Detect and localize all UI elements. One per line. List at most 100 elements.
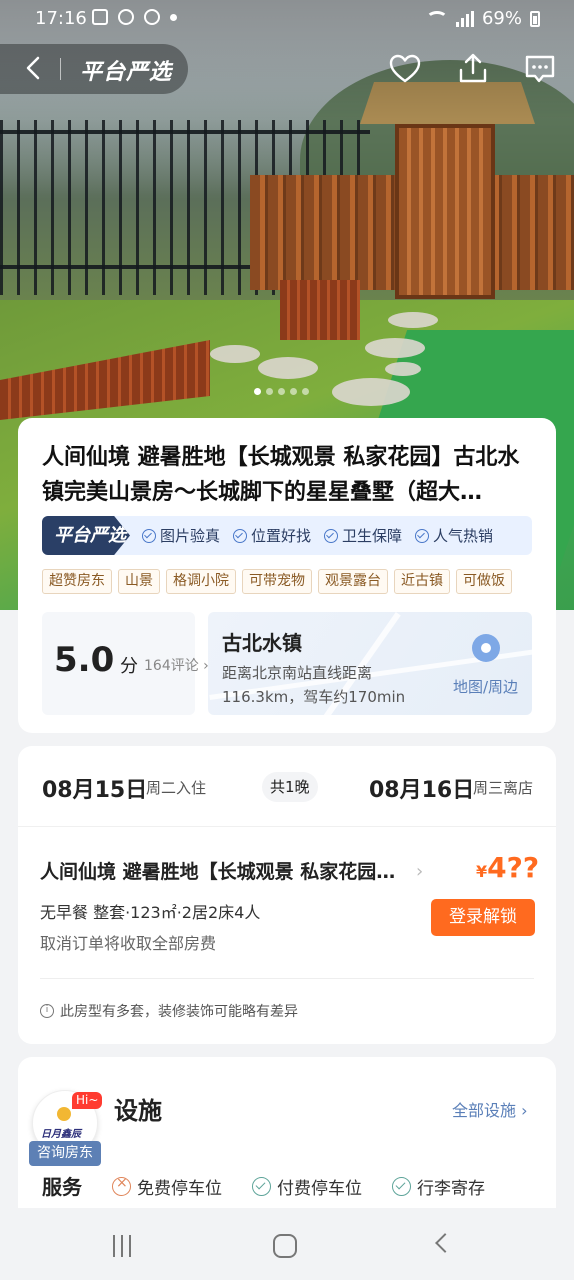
dots-icon <box>118 9 134 25</box>
checkout-date: 08月16日 <box>369 778 475 803</box>
nav-divider <box>60 58 61 80</box>
feature-tag: 山景 <box>118 569 160 594</box>
recent-apps-icon[interactable] <box>113 1235 137 1257</box>
feature-tags: 超赞房东 山景 格调小院 可带宠物 观景露台 近古镇 可做饭 <box>42 569 512 594</box>
review-score-box[interactable]: 5.0 分 164评论 › <box>42 612 209 715</box>
feature-tag: 可做饭 <box>456 569 512 594</box>
room-option[interactable]: 人间仙境 避暑胜地【长城观景 私家花园… › ¥4?? 无早餐 整套·123㎡·… <box>18 826 556 1044</box>
nights-count: 共1晚 <box>262 772 318 802</box>
heart-icon <box>389 54 421 83</box>
feature-tag: 格调小院 <box>166 569 236 594</box>
room-price: ¥4?? <box>476 851 540 884</box>
feature-tag: 近古镇 <box>394 569 450 594</box>
checkin-label: 周二入住 <box>146 779 207 797</box>
status-time: 17:16 <box>35 8 87 29</box>
date-selector[interactable]: 08月15日 周二入住 共1晚 08月16日 周三离店 <box>18 746 556 826</box>
map-surroundings-link[interactable]: 地图/周边 <box>453 676 518 697</box>
assurance-item: 位置好找 <box>233 525 311 546</box>
message-button[interactable] <box>523 52 557 86</box>
battery-icon <box>530 10 540 27</box>
contact-host-button[interactable]: 咨询房东 <box>29 1141 101 1166</box>
share-button[interactable] <box>456 52 490 86</box>
room-title: 人间仙境 避暑胜地【长城观景 私家花园… <box>40 861 396 883</box>
listing-info-card: 人间仙境 避暑胜地【长城观景 私家花园】古北水镇完美山景房～长城脚下的星星叠墅（… <box>18 418 556 733</box>
assurance-item: 图片验真 <box>142 525 220 546</box>
checkout-label: 周三离店 <box>473 779 534 797</box>
photo-low-fence <box>280 280 360 340</box>
favorite-button[interactable] <box>388 52 422 86</box>
photo-stepping-stone <box>388 312 438 328</box>
photo-gate <box>395 124 495 299</box>
gallery-dot <box>302 388 309 395</box>
feature-tag: 可带宠物 <box>242 569 312 594</box>
wifi-icon <box>425 10 448 27</box>
booking-card: 08月15日 周二入住 共1晚 08月16日 周三离店 人间仙境 避暑胜地【长城… <box>18 746 556 1044</box>
listing-title: 人间仙境 避暑胜地【长城观景 私家花园】古北水镇完美山景房～长城脚下的星星叠墅（… <box>42 445 520 505</box>
chevron-right-icon: › <box>416 861 424 882</box>
share-icon <box>459 53 487 83</box>
photo-stepping-stone <box>385 362 421 376</box>
check-circle-icon <box>324 528 339 543</box>
distance-detail: 116.3km，驾车约170min <box>222 688 406 706</box>
check-circle-icon <box>233 528 248 543</box>
note-text: 此房型有多套，装修装饰可能略有差异 <box>60 1004 298 1020</box>
dot-icon <box>170 13 177 21</box>
service-item: 免费停车位 <box>112 1174 222 1199</box>
sync-icon <box>144 9 160 25</box>
assurance-bar[interactable]: 平台严选 图片验真 位置好找 卫生保障 人气热销 <box>42 516 532 555</box>
chat-icon <box>525 55 555 83</box>
cancel-policy: 取消订单将收取全部房费 <box>40 934 217 953</box>
hi-badge: Hi~ <box>72 1092 103 1109</box>
info-icon: i <box>40 1004 54 1018</box>
score-unit: 分 <box>120 656 138 677</box>
home-icon[interactable] <box>273 1234 297 1258</box>
facilities-title: 设施 <box>114 1097 162 1125</box>
signal-icon <box>455 10 474 27</box>
gallery-icon <box>92 9 108 25</box>
checkin-date: 08月15日 <box>42 778 148 803</box>
photo-stepping-stone <box>258 357 318 379</box>
top-nav-pill: 平台严选 <box>0 44 188 94</box>
divider <box>40 978 534 979</box>
status-right: 69% <box>425 8 540 29</box>
photo-stepping-stone <box>332 378 410 406</box>
moon-icon <box>57 1107 71 1121</box>
status-bar: 17:16 69% <box>0 0 574 38</box>
check-circle-icon <box>142 528 156 543</box>
check-circle-icon <box>415 528 430 543</box>
all-facilities-link[interactable]: 全部设施 › <box>452 1097 528 1121</box>
room-description: 无早餐 整套·123㎡·2居2床4人 <box>40 903 261 922</box>
back-icon[interactable] <box>22 56 46 80</box>
assurance-item: 人气热销 <box>415 525 493 546</box>
system-back-icon[interactable] <box>435 1233 455 1253</box>
login-unlock-button[interactable]: 登录解锁 <box>431 899 535 936</box>
brand-logo: 平台严选 <box>80 60 173 85</box>
gallery-dot <box>290 388 297 395</box>
gallery-dots <box>254 388 309 395</box>
feature-tag: 观景露台 <box>318 569 388 594</box>
host-logo: 日月鑫辰 <box>41 1129 81 1140</box>
room-note: i 此房型有多套，装修装饰可能略有差异 <box>40 1001 298 1021</box>
photo-stepping-stone <box>210 345 260 363</box>
service-item: 付费停车位 <box>252 1174 362 1199</box>
town-name: 古北水镇 <box>222 631 302 655</box>
service-item: 行李寄存 <box>392 1174 485 1199</box>
gallery-dot <box>254 388 261 395</box>
gallery-dot <box>266 388 273 395</box>
x-circle-icon <box>112 1175 131 1196</box>
location-map-box[interactable]: 古北水镇 距离北京南站直线距离 116.3km，驾车约170min 地图/周边 <box>208 612 532 715</box>
assurance-badge: 平台严选 <box>42 516 130 555</box>
notification-icons <box>92 9 177 25</box>
service-label: 服务 <box>42 1175 82 1199</box>
assurance-items: 图片验真 位置好找 卫生保障 人气热销 <box>142 516 493 555</box>
battery-percent: 69% <box>481 8 522 29</box>
check-circle-icon <box>392 1177 411 1196</box>
distance-text: 距离北京南站直线距离 <box>222 664 373 682</box>
map-pin-icon <box>472 634 500 662</box>
check-circle-icon <box>252 1177 271 1196</box>
gallery-dot <box>278 388 285 395</box>
review-score: 5.0 <box>54 640 115 680</box>
review-count: 164评论 › <box>144 658 209 674</box>
assurance-item: 卫生保障 <box>324 525 402 546</box>
system-nav-bar <box>0 1208 574 1280</box>
